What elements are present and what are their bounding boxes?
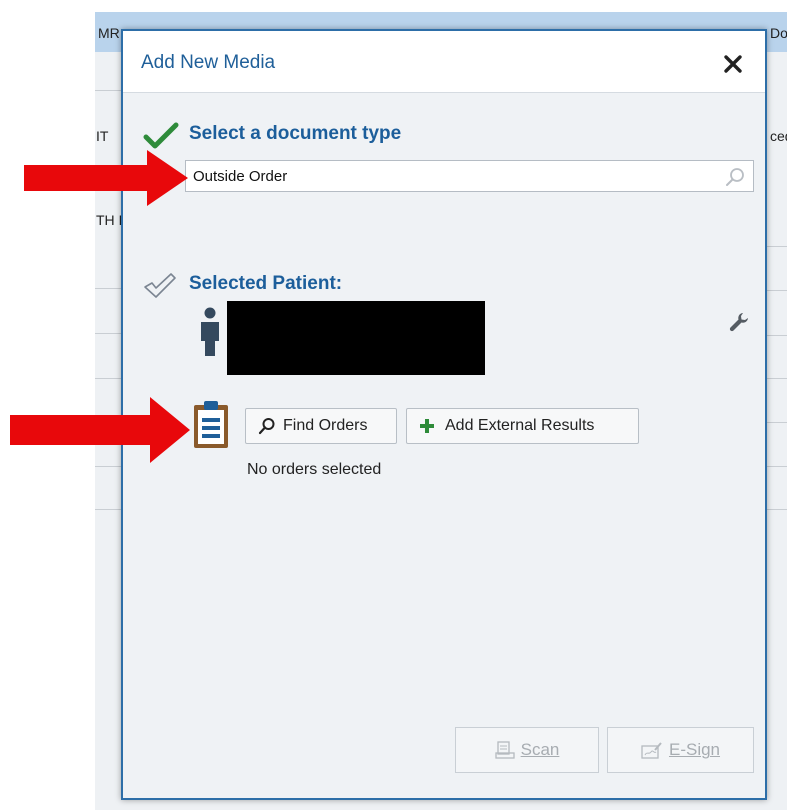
- plus-icon: [420, 419, 434, 433]
- search-icon: [258, 418, 275, 435]
- scan-button[interactable]: Scan: [455, 727, 599, 773]
- clipboard-icon: [194, 401, 228, 448]
- find-orders-button[interactable]: Find Orders: [245, 408, 397, 444]
- background-row-divider: [95, 90, 121, 91]
- background-header-left: MR: [98, 25, 120, 41]
- close-icon: [724, 55, 742, 73]
- background-row-left-1: IT: [96, 128, 109, 144]
- patient-name-redacted: [227, 301, 485, 375]
- check-outline-icon: [144, 273, 176, 298]
- background-row-divider: [95, 288, 121, 289]
- orders-status-text: No orders selected: [247, 461, 382, 478]
- background-top-strip: [95, 0, 787, 12]
- background-row-divider: [767, 466, 787, 467]
- esign-label: E-Sign: [668, 740, 721, 759]
- annotation-arrow-icon: [24, 150, 188, 206]
- esign-icon: [641, 742, 662, 759]
- scan-icon: [494, 741, 515, 759]
- find-orders-label: Find Orders: [283, 417, 368, 434]
- check-icon: [143, 122, 179, 149]
- background-row-divider: [95, 466, 121, 467]
- background-row-right-1: ced: [770, 128, 787, 144]
- background-row-divider: [95, 333, 121, 334]
- background-row-divider: [767, 246, 787, 247]
- search-icon[interactable]: [724, 166, 746, 188]
- add-external-results-label: Add External Results: [445, 417, 595, 434]
- document-type-value: Outside Order: [193, 168, 288, 185]
- background-header-right: Do: [770, 25, 787, 41]
- add-new-media-dialog: Add New Media Select a document type Out…: [121, 29, 767, 800]
- document-type-search-input[interactable]: Outside Order: [185, 160, 754, 192]
- scan-label: Scan: [520, 740, 560, 759]
- wrench-icon[interactable]: [728, 311, 750, 333]
- dialog-title: Add New Media: [141, 52, 276, 73]
- background-row-divider: [767, 509, 787, 510]
- close-button[interactable]: [721, 52, 745, 76]
- document-type-heading: Select a document type: [189, 123, 402, 144]
- person-icon: [201, 307, 219, 356]
- background-row-divider: [767, 378, 787, 379]
- background-row-divider: [95, 378, 121, 379]
- background-row-divider: [767, 335, 787, 336]
- esign-button[interactable]: E-Sign: [607, 727, 754, 773]
- background-row-divider: [95, 509, 121, 510]
- selected-patient-heading: Selected Patient:: [189, 273, 343, 294]
- screen: MR Do IT ced TH I Add New Media Select a…: [0, 0, 787, 810]
- add-external-results-button[interactable]: Add External Results: [406, 408, 639, 444]
- background-row-divider: [767, 290, 787, 291]
- background-row-left-2: TH I: [96, 212, 123, 228]
- dialog-header: Add New Media: [123, 31, 765, 93]
- annotation-arrow-icon: [10, 397, 190, 463]
- background-row-divider: [767, 422, 787, 423]
